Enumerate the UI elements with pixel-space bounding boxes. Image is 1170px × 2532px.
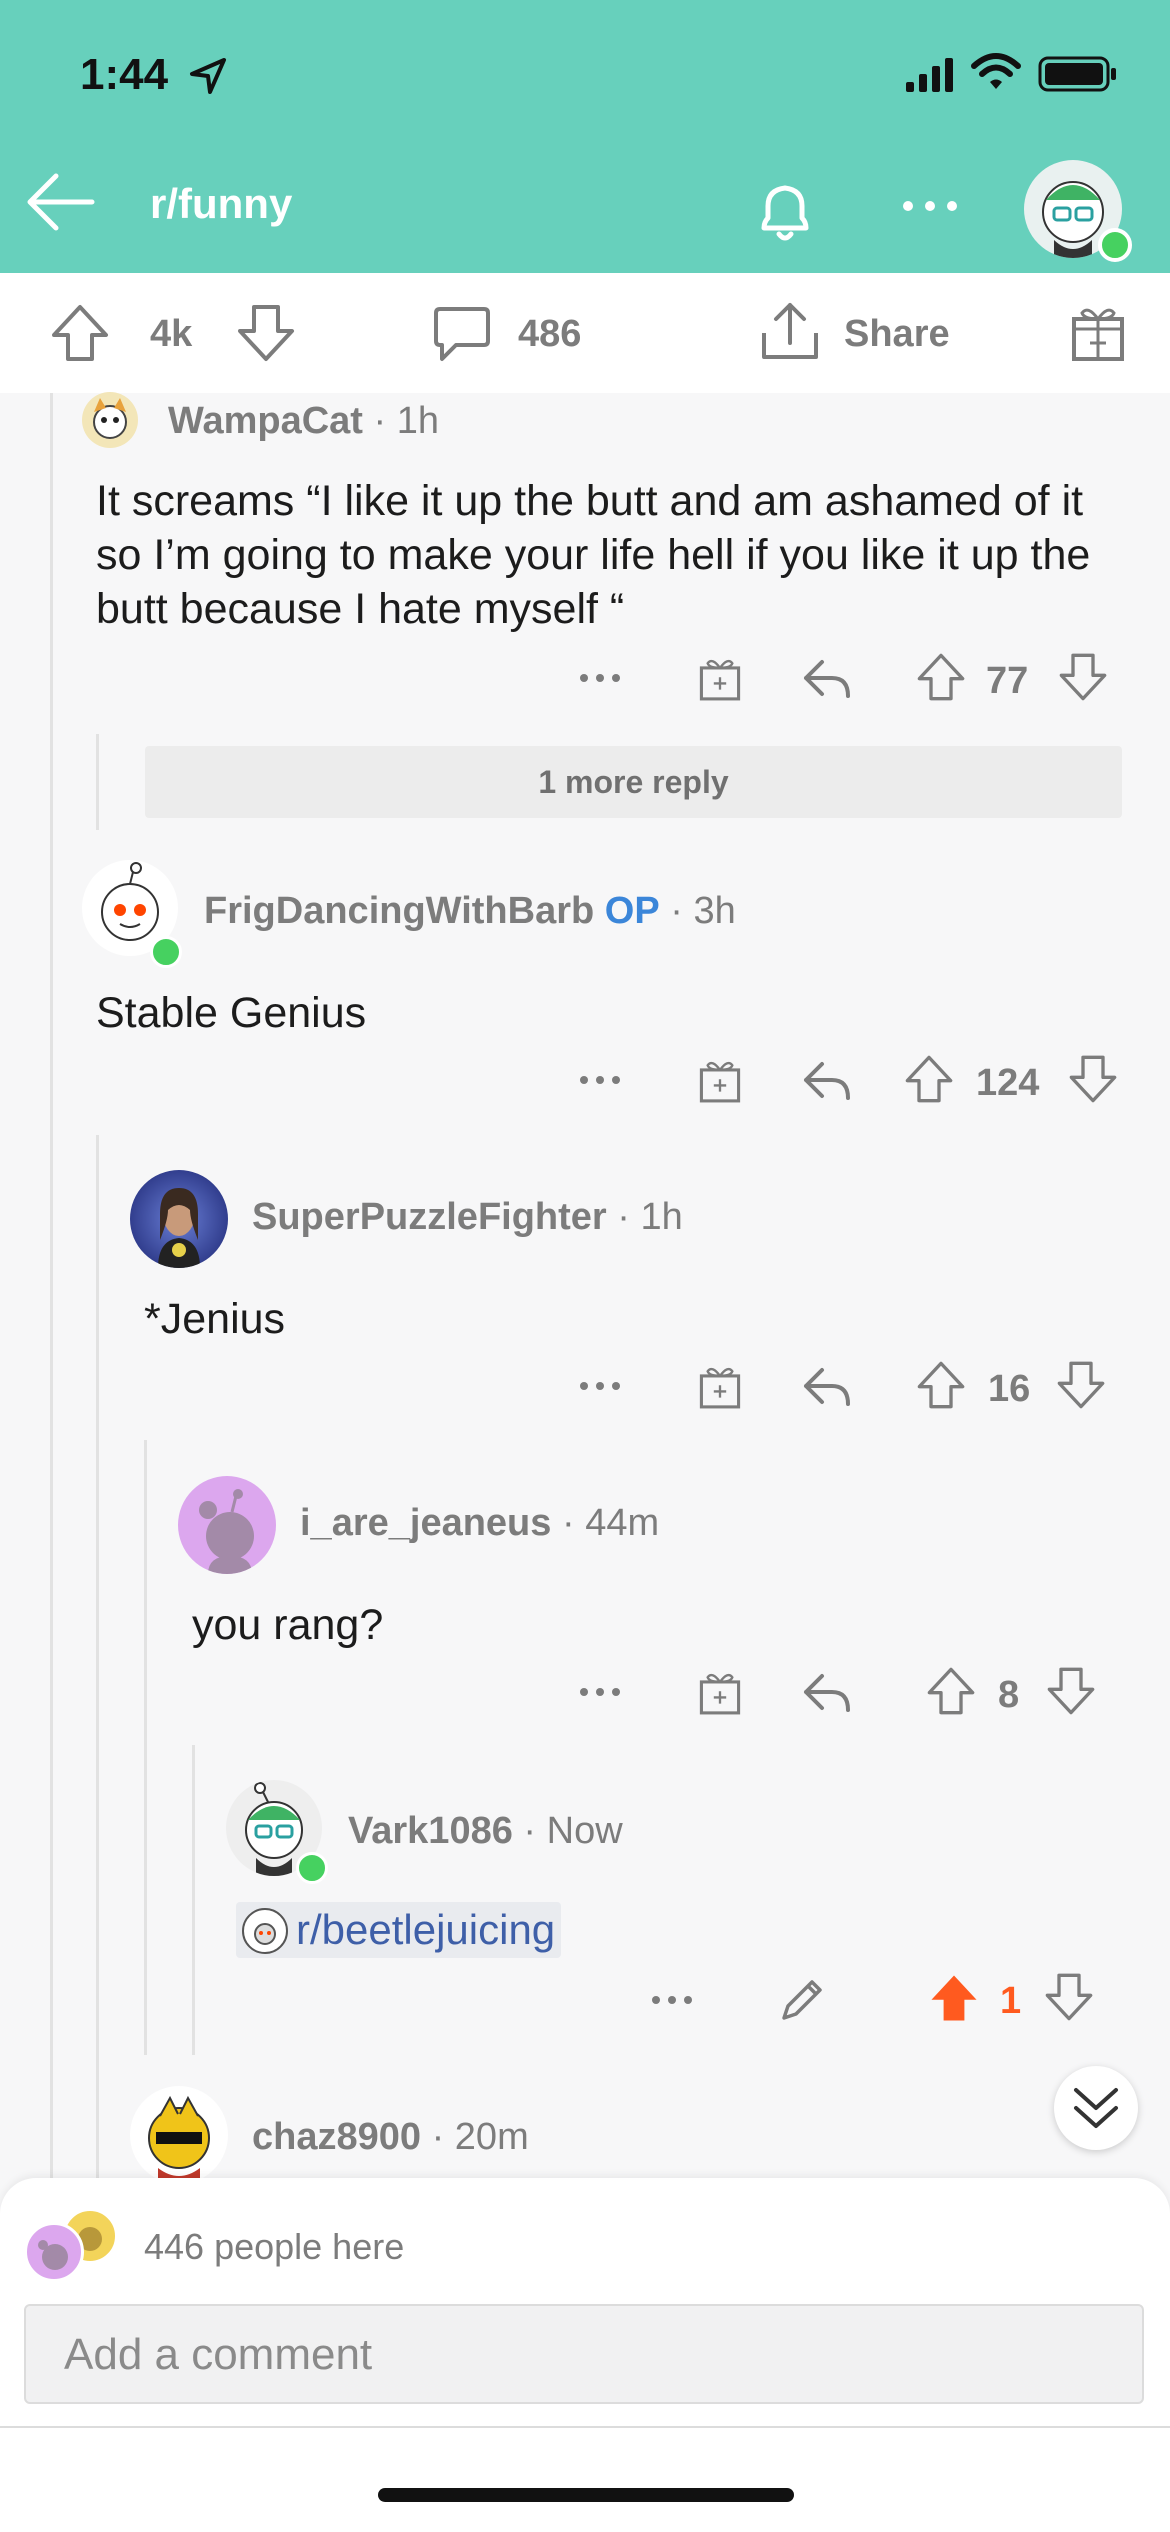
username[interactable]: chaz8900 [252,2116,421,2158]
online-status-dot [1098,228,1132,262]
upvote-icon[interactable] [50,303,110,363]
downvote-icon[interactable] [1068,1054,1118,1104]
subreddit-link[interactable]: r/beetlejuicing [236,1902,562,1958]
avatar[interactable] [178,1476,276,1574]
divider [0,2426,1170,2428]
cellular-signal-icon [906,58,953,92]
post-score: 4k [150,313,193,355]
upvote-icon[interactable] [926,1666,976,1716]
add-comment-input[interactable]: Add a comment [24,2304,1144,2404]
downvote-icon[interactable] [1046,1666,1096,1716]
comment-score: 1 [1000,1980,1022,2022]
more-replies-button[interactable]: 1 more reply [145,746,1122,818]
award-icon[interactable] [696,1362,744,1410]
reply-icon[interactable] [802,1670,852,1714]
comment-body: you rang? [192,1601,384,1649]
meta-separator: · [606,1196,641,1238]
subreddit-icon [242,1908,288,1954]
comment-body: It screams “I like it up the butt and am… [96,477,1091,633]
more-options-icon[interactable] [578,1070,622,1090]
comment-score: 16 [988,1368,1031,1410]
edit-pencil-icon[interactable] [778,1974,828,2024]
home-indicator[interactable] [378,2488,794,2502]
username[interactable]: i_are_jeaneus [300,1502,551,1544]
comment-body: *Jenius [144,1295,286,1343]
next-comment-button[interactable] [1054,2066,1138,2150]
comment-age: 20m [454,2116,529,2158]
more-options-icon[interactable] [650,1990,694,2010]
award-icon[interactable] [696,1056,744,1104]
comment-age: 1h [640,1196,683,1238]
wifi-icon [971,53,1021,89]
upvote-active-icon[interactable] [928,1972,980,2024]
add-comment-placeholder: Add a comment [64,2330,373,2379]
online-status-dot [296,1852,328,1884]
avatar[interactable] [82,392,138,448]
more-options-icon[interactable] [578,668,622,688]
thread-line [144,1440,147,2055]
award-icon[interactable] [696,1668,744,1716]
avatar[interactable] [130,2086,228,2184]
presence-count: 446 people here [144,2226,405,2267]
meta-separator: · [362,400,397,442]
more-options-icon[interactable] [578,1376,622,1396]
online-status-dot [150,936,182,968]
subreddit-title[interactable]: r/funny [150,180,292,228]
subreddit-link-text[interactable]: r/beetlejuicing [296,1906,555,1953]
battery-icon [1038,56,1116,92]
comment-score: 77 [986,660,1029,702]
op-badge: OP [594,890,660,932]
meta-separator: · [421,2116,455,2158]
thread-line [192,1745,195,2055]
more-options-icon[interactable] [900,196,960,216]
thread-line [96,1135,99,2178]
comment-age: 3h [693,890,736,932]
upvote-icon[interactable] [916,652,966,702]
downvote-icon[interactable] [1056,1360,1106,1410]
reply-icon[interactable] [802,1058,852,1102]
reply-icon[interactable] [802,1364,852,1408]
avatar[interactable] [130,1170,228,1268]
more-options-icon[interactable] [578,1682,622,1702]
thread-line [50,393,53,2178]
comment-age: 1h [396,400,440,442]
downvote-icon[interactable] [1044,1972,1094,2022]
bell-icon[interactable] [750,176,820,246]
status-time: 1:44 [80,50,169,99]
location-arrow-icon [190,58,226,94]
double-chevron-down-icon [1074,2088,1118,2128]
thread-line [96,734,99,830]
reply-icon[interactable] [802,656,852,700]
comment-count: 486 [518,313,582,355]
share-label[interactable]: Share [844,313,950,356]
comment-body: Stable Genius [96,989,367,1037]
downvote-icon[interactable] [236,303,296,363]
comment-age: Now [546,1810,623,1852]
comment-score: 8 [998,1674,1020,1716]
username[interactable]: Vark1086 [348,1810,513,1852]
meta-separator: · [659,890,694,932]
username[interactable]: SuperPuzzleFighter [252,1196,607,1238]
meta-separator: · [551,1502,586,1544]
upvote-icon[interactable] [916,1360,966,1410]
comment-icon[interactable] [432,303,492,363]
share-icon[interactable] [760,299,820,363]
award-icon[interactable] [696,654,744,702]
post-action-bar: 4k 486 Share [0,273,1170,393]
username[interactable]: FrigDancingWithBarb [204,890,594,932]
comment-score: 124 [976,1062,1040,1104]
award-icon[interactable] [1068,301,1128,363]
app-header: 1:44 r/funny [0,0,1170,273]
meta-separator: · [512,1810,547,1852]
back-arrow-icon[interactable] [24,170,96,234]
username[interactable]: WampaCat [168,400,363,442]
upvote-icon[interactable] [904,1054,954,1104]
downvote-icon[interactable] [1058,652,1108,702]
presence-avatar [24,2222,84,2282]
comment-age: 44m [585,1502,660,1544]
